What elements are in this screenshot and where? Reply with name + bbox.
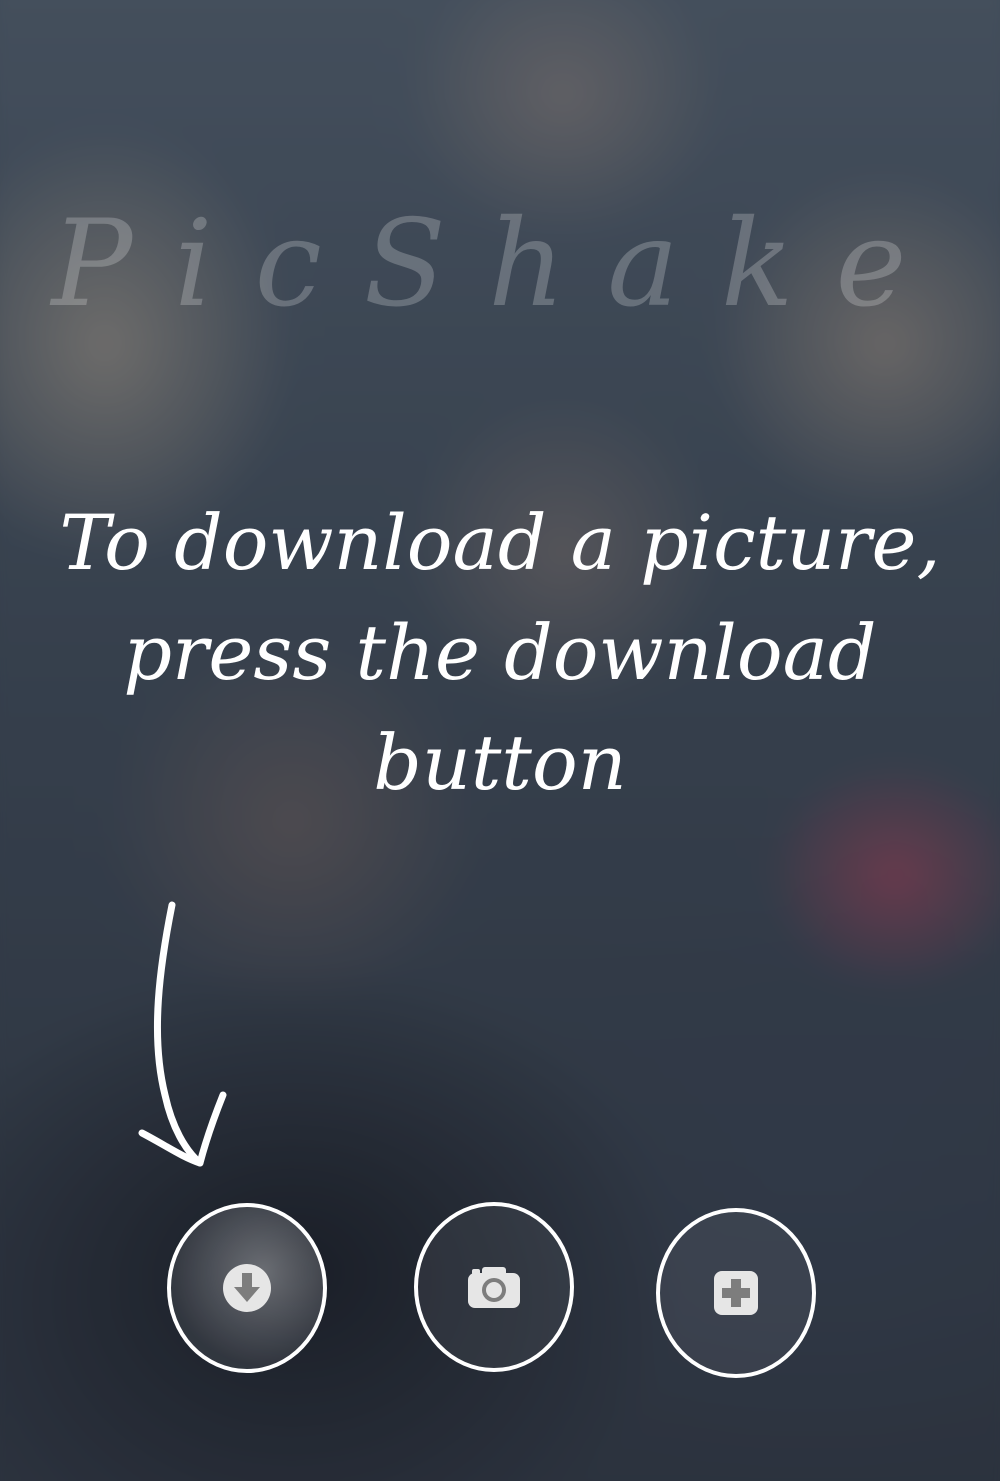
instruction-text: To download a picture, press the downloa… [40,488,960,818]
instruction-line-3: button [373,718,627,807]
plus-square-icon [713,1270,759,1316]
instruction-line-1: To download a picture, [59,498,941,587]
pointer-arrow-icon [138,901,227,1167]
add-button[interactable] [656,1208,816,1378]
app-watermark: PicShake [51,195,949,334]
download-button[interactable] [167,1203,327,1373]
instruction-line-2: press the download [123,608,877,697]
tutorial-screen: PicShake To download a picture, press th… [0,0,1000,1481]
camera-icon [466,1264,522,1310]
download-arrow-icon [221,1262,273,1314]
camera-button[interactable] [414,1202,574,1372]
